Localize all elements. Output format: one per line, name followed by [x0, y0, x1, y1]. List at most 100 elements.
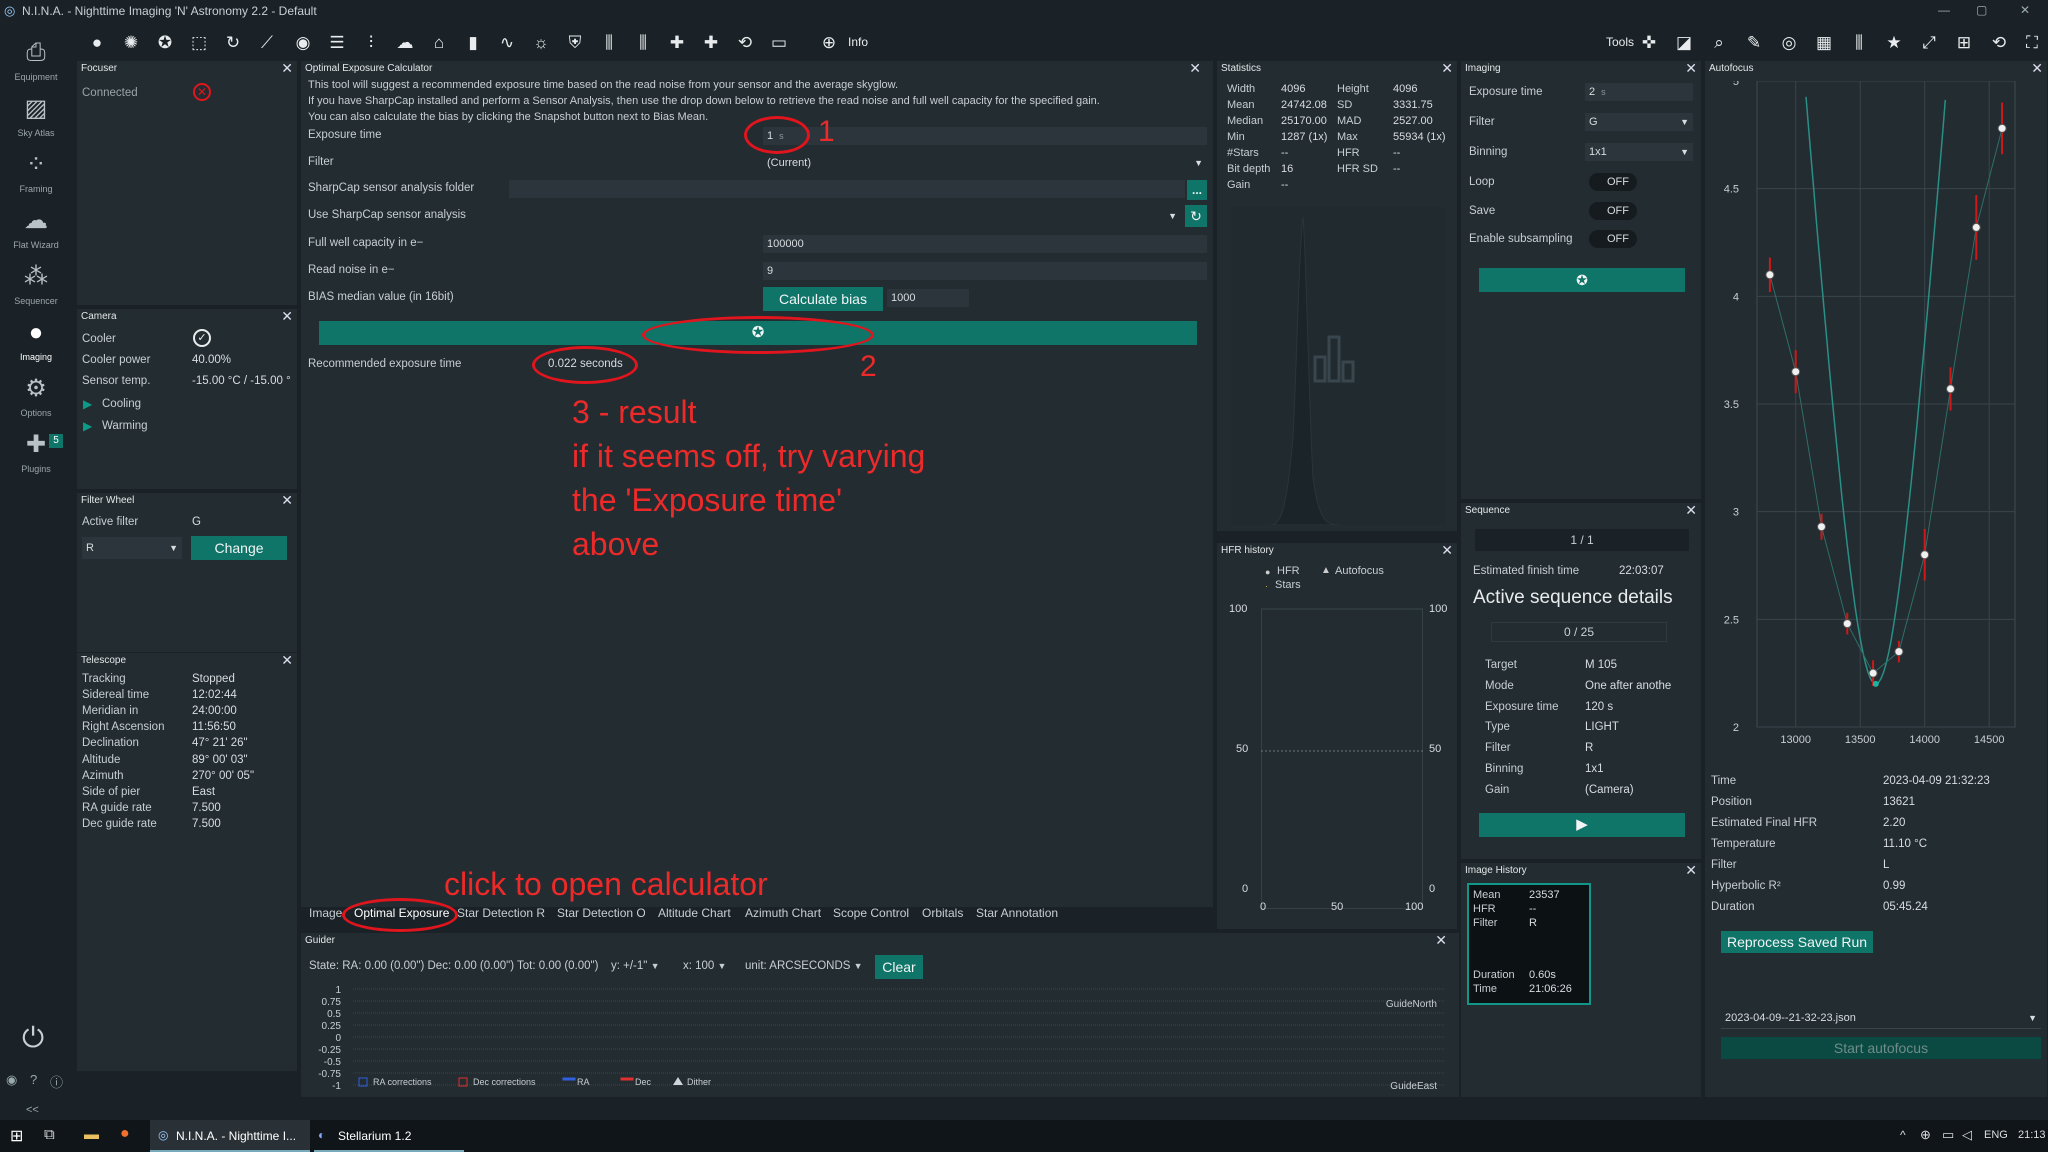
- calculator-icon[interactable]: ▦: [1813, 32, 1835, 54]
- filter-select[interactable]: G ▼: [1585, 113, 1693, 131]
- fullwell-input[interactable]: 100000: [763, 235, 1207, 253]
- close-icon[interactable]: ✕: [1685, 61, 1697, 75]
- power-icon[interactable]: ⏻: [22, 1022, 44, 1055]
- hfr-icon[interactable]: ⫼: [598, 32, 620, 54]
- battery-icon[interactable]: ▭: [1942, 1127, 1954, 1143]
- clear-button[interactable]: Clear: [875, 955, 923, 979]
- telescope-icon[interactable]: ⟋: [256, 32, 278, 54]
- clock[interactable]: 21:13: [2018, 1129, 2046, 1141]
- shield-icon[interactable]: ⛨: [564, 32, 586, 54]
- list-icon[interactable]: ☰: [326, 32, 348, 54]
- close-icon[interactable]: ✕: [1685, 503, 1697, 517]
- exposure-input[interactable]: 2s: [1585, 83, 1693, 101]
- camera-icon[interactable]: ●: [86, 32, 108, 54]
- nav-imaging[interactable]: ● Imaging: [4, 316, 68, 362]
- start-autofocus-button[interactable]: Start autofocus: [1721, 1037, 2041, 1059]
- maximize-icon[interactable]: ▢: [1976, 3, 1987, 17]
- saved-run-select[interactable]: 2023-04-09--21-32-23.json ▼: [1721, 1009, 2041, 1029]
- dome-icon[interactable]: ⌂: [428, 32, 450, 54]
- close-icon[interactable]: ✕: [281, 61, 293, 75]
- stars-icon[interactable]: ⫼: [632, 32, 654, 54]
- graph-icon[interactable]: ∿: [496, 32, 518, 54]
- cooling-label[interactable]: Cooling: [102, 398, 141, 410]
- minimize-icon[interactable]: —: [1938, 3, 1950, 17]
- framing-icon[interactable]: ⬚: [188, 32, 210, 54]
- refresh-button[interactable]: ↻: [1185, 205, 1207, 227]
- plugin-icon[interactable]: ✚: [666, 32, 688, 54]
- info-icon[interactable]: ⊕: [818, 32, 840, 54]
- close-icon[interactable]: ✕: [1441, 61, 1453, 75]
- start-sequence-button[interactable]: ▶: [1479, 813, 1685, 837]
- tray-chevron-icon[interactable]: ^: [1900, 1128, 1906, 1142]
- save-toggle[interactable]: OFF: [1589, 202, 1637, 220]
- folder-icon[interactable]: ▬: [84, 1126, 99, 1143]
- tools-label[interactable]: Tools: [1606, 35, 1634, 49]
- close-icon[interactable]: ✕: [1441, 543, 1453, 557]
- filterwheel-icon[interactable]: ✺: [120, 32, 142, 54]
- history-thumbnail[interactable]: Mean 23537 HFR -- Filter R Duration 0.60…: [1467, 883, 1591, 1005]
- nav-framing[interactable]: ⁘ Framing: [4, 148, 68, 194]
- pen-icon[interactable]: ✎: [1743, 32, 1765, 54]
- close-icon[interactable]: ✕: [1435, 933, 1447, 947]
- close-icon[interactable]: ✕: [281, 309, 293, 323]
- readnoise-input[interactable]: 9: [763, 262, 1207, 280]
- crop-icon[interactable]: ⊞: [1953, 32, 1975, 54]
- tab-scope-control[interactable]: Scope Control: [833, 906, 909, 920]
- y-range-select[interactable]: y: +/-1" ▼: [611, 960, 659, 972]
- switch-icon[interactable]: ⫶: [360, 32, 382, 54]
- weather-icon[interactable]: ☁: [394, 32, 416, 54]
- tab-altitude-chart[interactable]: Altitude Chart: [658, 906, 731, 920]
- change-filter-button[interactable]: Change: [191, 536, 287, 560]
- layout-icon[interactable]: ⛶: [2021, 32, 2043, 54]
- task-view-icon[interactable]: ⧉: [44, 1126, 55, 1143]
- expand-icon[interactable]: ▶: [83, 419, 92, 433]
- unit-select[interactable]: unit: ARCSECONDS ▼: [745, 960, 863, 972]
- filter-select[interactable]: (Current) ▼: [763, 154, 1207, 172]
- chart-icon[interactable]: ▮: [462, 32, 484, 54]
- language-indicator[interactable]: ENG: [1984, 1129, 2008, 1141]
- nav-equipment[interactable]: ⎙ Equipment: [4, 36, 68, 82]
- close-icon[interactable]: ✕: [2031, 61, 2043, 75]
- guider-icon[interactable]: ◉: [292, 32, 314, 54]
- eye-icon[interactable]: ◉: [6, 1072, 17, 1088]
- windows-start-icon[interactable]: ⊞: [10, 1126, 23, 1146]
- history-icon[interactable]: ⟲: [1988, 32, 2010, 54]
- flat-icon[interactable]: ◪: [1673, 32, 1695, 54]
- hfr-tool-icon[interactable]: ⫼: [1848, 32, 1870, 54]
- x-range-select[interactable]: x: 100 ▼: [683, 960, 726, 972]
- plugin2-icon[interactable]: ✚: [700, 32, 722, 54]
- tab-azimuth-chart[interactable]: Azimuth Chart: [745, 906, 821, 920]
- bias-input[interactable]: 1000: [887, 289, 969, 307]
- search-icon[interactable]: ⌕: [1708, 32, 1730, 54]
- browse-button[interactable]: ...: [1187, 180, 1207, 200]
- nav-sky-atlas[interactable]: ▨ Sky Atlas: [4, 92, 68, 138]
- close-icon[interactable]: ✕: [1189, 61, 1201, 75]
- volume-icon[interactable]: ◁: [1962, 1127, 1972, 1143]
- sharpcap-select[interactable]: ▼: [763, 207, 1181, 225]
- tab-star-detection-overlay[interactable]: Star Detection O: [557, 906, 645, 920]
- nav-flat-wizard[interactable]: ☁ Flat Wizard: [4, 204, 68, 250]
- tab-orbitals[interactable]: Orbitals: [922, 906, 963, 920]
- rotator-icon[interactable]: ↻: [222, 32, 244, 54]
- sharpcap-folder-input[interactable]: [509, 180, 1185, 198]
- target-icon[interactable]: ◎: [1778, 32, 1800, 54]
- help-icon[interactable]: ?: [30, 1072, 37, 1087]
- bulb-icon[interactable]: ☼: [530, 32, 552, 54]
- tab-star-annotation[interactable]: Star Annotation: [976, 906, 1066, 920]
- capture-button[interactable]: ✪: [1479, 268, 1685, 292]
- tab-image[interactable]: Image: [309, 906, 342, 920]
- subsampling-toggle[interactable]: OFF: [1589, 230, 1637, 248]
- crosshair-icon[interactable]: ✜: [1638, 32, 1660, 54]
- close-icon[interactable]: ✕: [281, 653, 293, 667]
- binning-select[interactable]: 1x1 ▼: [1585, 143, 1693, 161]
- nav-plugins[interactable]: ✚ Plugins 5: [4, 428, 68, 474]
- firefox-icon[interactable]: ●: [120, 1125, 130, 1143]
- fullscreen-icon[interactable]: ⤢: [1918, 32, 1940, 54]
- star-icon[interactable]: ★: [1883, 32, 1905, 54]
- about-icon[interactable]: ⓘ: [50, 1072, 63, 1091]
- taskbar-app-stellarium[interactable]: ◐ Stellarium 1.2: [314, 1120, 464, 1152]
- info-label[interactable]: Info: [848, 35, 868, 49]
- loop-toggle[interactable]: OFF: [1589, 173, 1637, 191]
- collapse-icon[interactable]: <<: [26, 1104, 39, 1116]
- warming-label[interactable]: Warming: [102, 420, 148, 432]
